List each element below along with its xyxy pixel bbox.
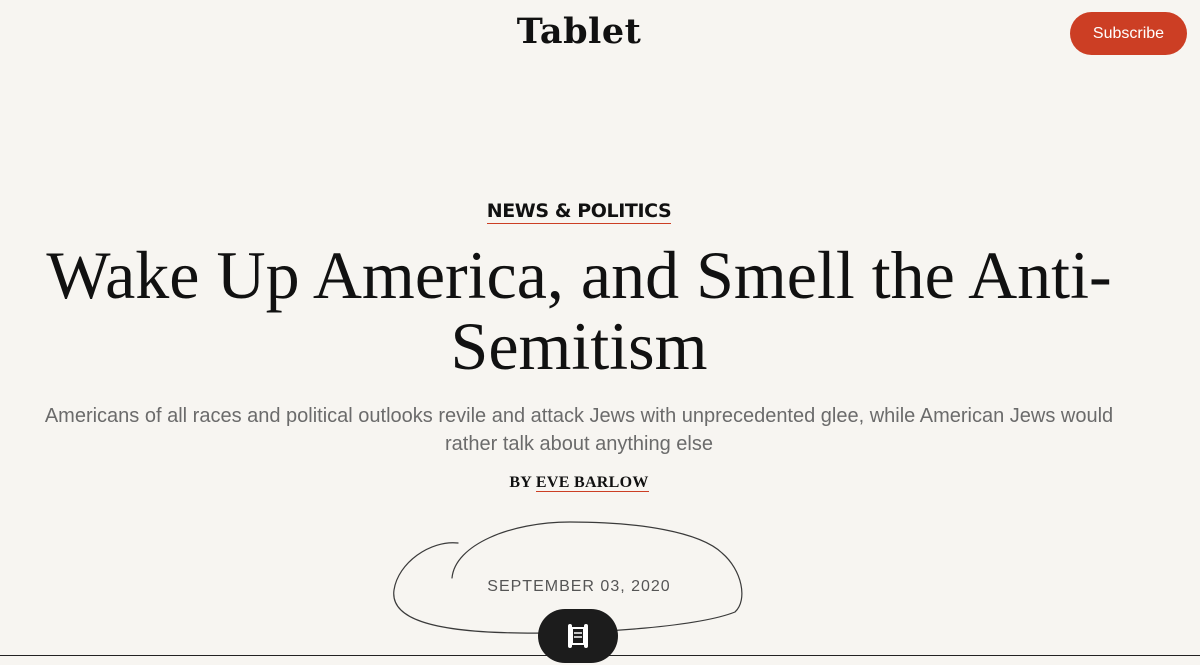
category-label: NEWS & POLITICS <box>0 197 1158 227</box>
article-dek: Americans of all races and political out… <box>0 402 1188 458</box>
torah-scroll-icon <box>568 624 588 648</box>
dek-line-2: rather talk about anything else <box>445 433 713 455</box>
category-link[interactable]: NEWS & POLITICS <box>486 200 672 224</box>
scroll-menu-button[interactable] <box>538 609 618 663</box>
subscribe-button[interactable]: Subscribe <box>1070 12 1187 55</box>
dek-line-1: Americans of all races and political out… <box>44 405 1114 427</box>
byline: BY EVE BARLOW <box>0 471 1158 495</box>
site-logo[interactable]: Tablet <box>0 10 1158 54</box>
author-link[interactable]: EVE BARLOW <box>535 474 649 492</box>
article-headline: Wake Up America, and Smell the Anti- Sem… <box>0 240 1158 382</box>
byline-prefix: BY <box>509 474 532 491</box>
publish-date: SEPTEMBER 03, 2020 <box>487 578 671 595</box>
headline-line-2: Semitism <box>450 308 708 384</box>
headline-line-1: Wake Up America, and Smell the Anti- <box>46 237 1112 313</box>
